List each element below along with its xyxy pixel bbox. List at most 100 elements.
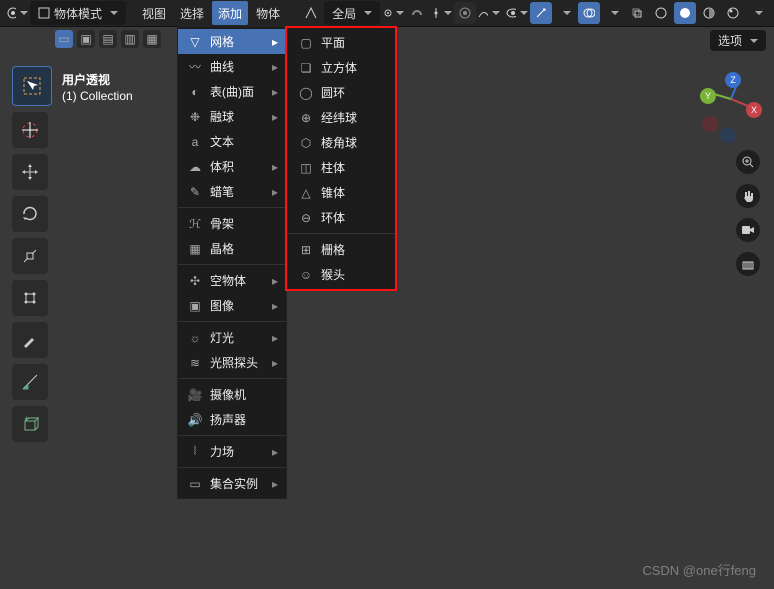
axis-z-label[interactable]: Z	[725, 72, 741, 88]
gizmo-toggle[interactable]	[530, 2, 552, 24]
menu-item-forcefield-icon[interactable]: ⦚力场▸	[178, 439, 286, 464]
viewport-header: 物体模式 视图 选择 添加 物体 全局	[0, 0, 774, 27]
tool-rotate[interactable]	[12, 196, 48, 232]
tool-measure[interactable]	[12, 364, 48, 400]
menu-item-label: 扬声器	[210, 411, 246, 428]
ortho-toggle-button[interactable]	[736, 252, 760, 276]
volume-icon: ☁	[188, 160, 202, 174]
overlays-dropdown[interactable]	[602, 2, 624, 24]
pivot-icon[interactable]	[382, 2, 404, 24]
submenu-arrow-icon: ▸	[272, 60, 278, 74]
proportional-edit-toggle[interactable]	[454, 2, 476, 24]
menu-item-uvsphere-icon[interactable]: ⊕经纬球	[287, 105, 395, 130]
menu-item-armature-icon[interactable]: ℋ骨架	[178, 211, 286, 236]
menu-item-light-icon[interactable]: ☼灯光▸	[178, 325, 286, 350]
gizmo-dropdown[interactable]	[554, 2, 576, 24]
menu-item-speaker-icon[interactable]: 🔊扬声器	[178, 407, 286, 432]
menu-item-circle-icon[interactable]: ◯圆环	[287, 80, 395, 105]
proportional-falloff[interactable]	[478, 2, 500, 24]
monkey-icon: ☺	[299, 268, 313, 282]
editor-type-dropdown[interactable]	[6, 2, 28, 24]
menu-item-cylinder-icon[interactable]: ◫柱体	[287, 155, 395, 180]
empty-icon: ✣	[188, 274, 202, 288]
menu-object[interactable]: 物体	[250, 1, 286, 25]
overlays-toggle[interactable]	[578, 2, 600, 24]
tool-annotate[interactable]	[12, 322, 48, 358]
axis-neg-z[interactable]	[720, 127, 736, 143]
menu-item-torus-icon[interactable]: ⊖环体	[287, 205, 395, 230]
menu-view[interactable]: 视图	[136, 1, 172, 25]
menu-item-lightprobe-icon[interactable]: ≋光照探头▸	[178, 350, 286, 375]
select-mode-extend-icon[interactable]: ▣	[77, 30, 95, 48]
menu-item-label: 摄像机	[210, 386, 246, 403]
menu-item-collection-icon[interactable]: ▭集合实例▸	[178, 471, 286, 496]
menu-item-lattice-icon[interactable]: ▦晶格	[178, 236, 286, 261]
snap-toggle[interactable]	[406, 2, 428, 24]
select-mode-sub-icon[interactable]: ▤	[99, 30, 117, 48]
pan-button[interactable]	[736, 184, 760, 208]
visibility-icon[interactable]	[506, 2, 528, 24]
submenu-arrow-icon: ▸	[272, 85, 278, 99]
snap-type[interactable]	[430, 2, 452, 24]
curve-icon: 〰	[188, 58, 202, 75]
tool-select-box[interactable]	[12, 66, 52, 106]
menu-item-label: 栅格	[321, 241, 345, 258]
xray-toggle[interactable]	[626, 2, 648, 24]
options-popover-button[interactable]: 选项	[710, 30, 766, 51]
shading-rendered[interactable]	[722, 2, 744, 24]
shading-wire[interactable]	[650, 2, 672, 24]
tool-scale[interactable]	[12, 238, 48, 274]
cube-icon: ❏	[299, 61, 313, 75]
menu-item-surface-icon[interactable]: ◐表(曲)面▸	[178, 79, 286, 104]
orientation-icon[interactable]	[300, 2, 322, 24]
menu-item-mesh-icon[interactable]: ▽网格▸	[178, 29, 286, 54]
shading-dropdown[interactable]	[746, 2, 768, 24]
menu-item-text-icon[interactable]: a文本	[178, 129, 286, 154]
scene-info-line1: 用户透视	[62, 72, 133, 88]
menu-item-plane-icon[interactable]: ▢平面	[287, 30, 395, 55]
submenu-arrow-icon: ▸	[272, 274, 278, 288]
menu-item-image-icon[interactable]: ▣图像▸	[178, 293, 286, 318]
lightprobe-icon: ≋	[188, 356, 202, 370]
select-mode-and-icon[interactable]: ▦	[143, 30, 161, 48]
select-mode-xor-icon[interactable]: ▥	[121, 30, 139, 48]
menu-item-gpencil-icon[interactable]: ✎蜡笔▸	[178, 179, 286, 204]
forcefield-icon: ⦚	[188, 444, 202, 459]
axis-x-label[interactable]: X	[746, 102, 762, 118]
shading-matprev[interactable]	[698, 2, 720, 24]
scene-info-line2: (1) Collection	[62, 88, 133, 104]
menu-item-label: 图像	[210, 297, 234, 314]
menu-item-camera-icon[interactable]: 🎥摄像机	[178, 382, 286, 407]
menu-item-cube-icon[interactable]: ❏立方体	[287, 55, 395, 80]
menu-item-icosphere-icon[interactable]: ⬡棱角球	[287, 130, 395, 155]
camera-view-button[interactable]	[736, 218, 760, 242]
mesh-submenu[interactable]: ▢平面❏立方体◯圆环⊕经纬球⬡棱角球◫柱体△锥体⊖环体 ⊞栅格 ☺ 猴头	[285, 26, 397, 291]
menu-item-curve-icon[interactable]: 〰曲线▸	[178, 54, 286, 79]
mode-select[interactable]: 物体模式	[30, 1, 126, 25]
zoom-button[interactable]	[736, 150, 760, 174]
menu-item-empty-icon[interactable]: ✣空物体▸	[178, 268, 286, 293]
select-mode-box-icon[interactable]: ▭	[55, 30, 73, 48]
tool-move[interactable]	[12, 154, 48, 190]
axis-y-label[interactable]: Y	[700, 88, 716, 104]
submenu-arrow-icon: ▸	[272, 356, 278, 370]
menu-add[interactable]: 添加	[212, 1, 248, 25]
uvsphere-icon: ⊕	[299, 111, 313, 125]
menu-item-label: 猴头	[321, 266, 345, 283]
menu-item-volume-icon[interactable]: ☁体积▸	[178, 154, 286, 179]
add-menu[interactable]: ▽网格▸〰曲线▸◐表(曲)面▸❉融球▸a文本☁体积▸✎蜡笔▸ ℋ骨架▦晶格 ✣空物体…	[177, 26, 287, 499]
menu-item-monkey-icon[interactable]: ☺ 猴头	[287, 262, 395, 287]
shading-solid[interactable]	[674, 2, 696, 24]
menu-item-cone-icon[interactable]: △锥体	[287, 180, 395, 205]
menu-item-metaball-icon[interactable]: ❉融球▸	[178, 104, 286, 129]
menu-select[interactable]: 选择	[174, 1, 210, 25]
axis-neg-x[interactable]	[702, 116, 718, 132]
text-icon: a	[188, 135, 202, 149]
menu-item-grid-icon[interactable]: ⊞栅格	[287, 237, 395, 262]
tool-add-cube[interactable]: +	[12, 406, 48, 442]
orientation-select[interactable]: 全局	[324, 1, 380, 25]
menu-item-label: 圆环	[321, 84, 345, 101]
tool-transform[interactable]	[12, 280, 48, 316]
tool-cursor[interactable]	[12, 112, 48, 148]
menu-item-label: 网格	[210, 33, 234, 50]
